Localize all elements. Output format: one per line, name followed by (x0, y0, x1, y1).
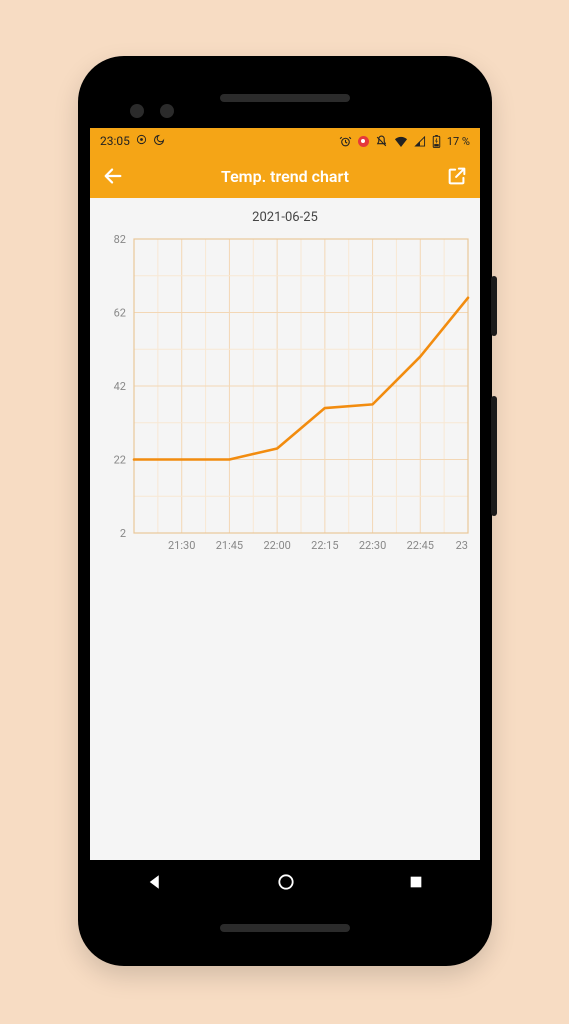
content-area: 2021-06-25 22242628221:3021:4522:0022:15… (90, 198, 480, 860)
svg-text:22:00: 22:00 (263, 539, 290, 552)
status-time: 23:05 (100, 134, 130, 148)
status-bar: 23:05 (90, 128, 480, 154)
side-button (491, 396, 497, 516)
chart-date-label: 2021-06-25 (96, 210, 474, 225)
nav-back-button[interactable] (146, 873, 164, 891)
svg-text:2: 2 (120, 527, 126, 540)
chin-speaker (220, 924, 350, 932)
svg-text:22:45: 22:45 (407, 539, 434, 552)
alarm-icon (339, 135, 352, 148)
record-icon (358, 136, 369, 147)
nav-home-button[interactable] (276, 872, 296, 892)
svg-text:22:15: 22:15 (311, 539, 338, 552)
svg-text:21:45: 21:45 (216, 539, 243, 552)
svg-text:42: 42 (114, 380, 126, 393)
wifi-icon (394, 136, 408, 147)
side-button (491, 276, 497, 336)
mute-icon (375, 135, 388, 148)
temp-trend-chart[interactable]: 22242628221:3021:4522:0022:1522:3022:452… (96, 231, 474, 561)
svg-text:82: 82 (114, 233, 126, 246)
signal-icon (414, 136, 426, 147)
export-button[interactable] (446, 165, 468, 187)
front-camera (160, 104, 174, 118)
back-button[interactable] (102, 165, 124, 187)
target-icon (136, 134, 147, 148)
svg-text:23: 23 (456, 539, 468, 552)
screen: 23:05 (90, 128, 480, 904)
svg-text:21:30: 21:30 (168, 539, 195, 552)
front-camera (130, 104, 144, 118)
battery-icon (432, 135, 441, 148)
svg-text:62: 62 (114, 307, 126, 320)
nav-recent-button[interactable] (408, 874, 424, 890)
earpiece (220, 94, 350, 102)
page-title: Temp. trend chart (221, 167, 349, 186)
phone-frame: 23:05 (78, 56, 492, 966)
svg-text:22:30: 22:30 (359, 539, 386, 552)
app-bar: Temp. trend chart (90, 154, 480, 198)
moon-icon (153, 134, 165, 149)
system-nav-bar (90, 860, 480, 904)
battery-text: 17 % (447, 135, 470, 148)
svg-text:22: 22 (114, 454, 126, 467)
